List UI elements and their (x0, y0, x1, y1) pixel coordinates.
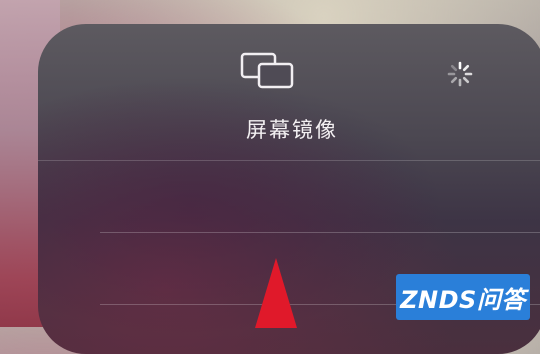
screen-mirroring-icon (240, 52, 294, 89)
device-row[interactable] (38, 161, 540, 232)
red-arrow-icon (255, 258, 297, 328)
watermark-text: ZNDS问答 (400, 285, 526, 314)
panel-header: 屏幕镜像 (38, 24, 540, 160)
watermark-badge: ZNDS问答 (396, 274, 530, 320)
panel-title: 屏幕镜像 (246, 118, 338, 142)
loading-spinner-icon (447, 61, 473, 87)
